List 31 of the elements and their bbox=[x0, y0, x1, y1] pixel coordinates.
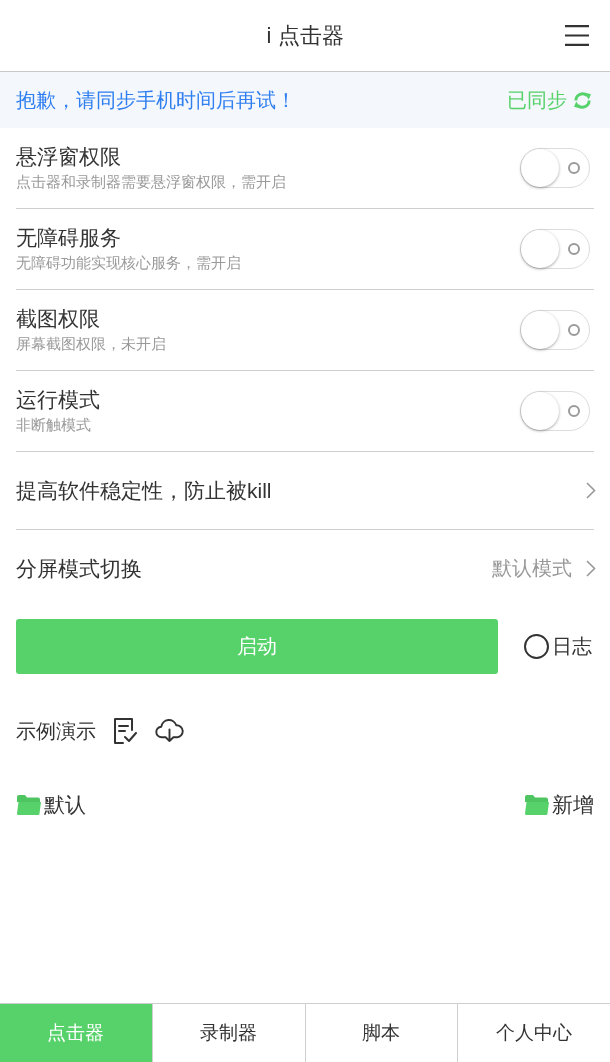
document-check-icon[interactable] bbox=[113, 717, 137, 745]
setting-title: 运行模式 bbox=[16, 387, 100, 413]
folder-name[interactable]: 默认 bbox=[44, 791, 86, 819]
chevron-icon bbox=[586, 560, 596, 577]
sync-error-message: 抱歉，请同步手机时间后再试！ bbox=[16, 87, 296, 113]
folder-icon bbox=[525, 795, 549, 815]
examples-label: 示例演示 bbox=[16, 718, 96, 744]
toggle-switch[interactable] bbox=[520, 148, 590, 188]
toggle-switch[interactable] bbox=[520, 229, 590, 269]
setting-description: 无障碍功能实现核心服务，需开启 bbox=[16, 253, 241, 273]
setting-description: 屏幕截图权限，未开启 bbox=[16, 334, 166, 354]
setting-title: 无障碍服务 bbox=[16, 225, 122, 251]
cloud-download-icon[interactable] bbox=[155, 719, 184, 743]
folder-icon bbox=[17, 795, 41, 815]
chevron-icon bbox=[586, 482, 596, 499]
setting-title: 截图权限 bbox=[16, 306, 101, 332]
log-checkbox[interactable] bbox=[524, 634, 549, 659]
menu-icon[interactable] bbox=[565, 25, 589, 46]
toggle-switch[interactable] bbox=[520, 391, 590, 431]
setting-link[interactable]: 分屏模式切换 bbox=[16, 555, 142, 582]
new-folder-button[interactable]: 新增 bbox=[552, 791, 594, 819]
sync-status: 已同步 bbox=[507, 87, 567, 113]
setting-value: 默认模式 bbox=[492, 556, 572, 581]
setting-link[interactable]: 提高软件稳定性，防止被kill bbox=[16, 477, 272, 504]
setting-title: 悬浮窗权限 bbox=[16, 144, 122, 170]
toggle-switch[interactable] bbox=[520, 310, 590, 350]
setting-description: 非断触模式 bbox=[16, 415, 92, 435]
log-label[interactable]: 日志 bbox=[552, 633, 592, 660]
setting-description: 点击器和录制器需要悬浮窗权限，需开启 bbox=[16, 172, 286, 192]
app-title: i 点击器 bbox=[266, 21, 344, 50]
refresh-icon[interactable] bbox=[573, 90, 592, 110]
